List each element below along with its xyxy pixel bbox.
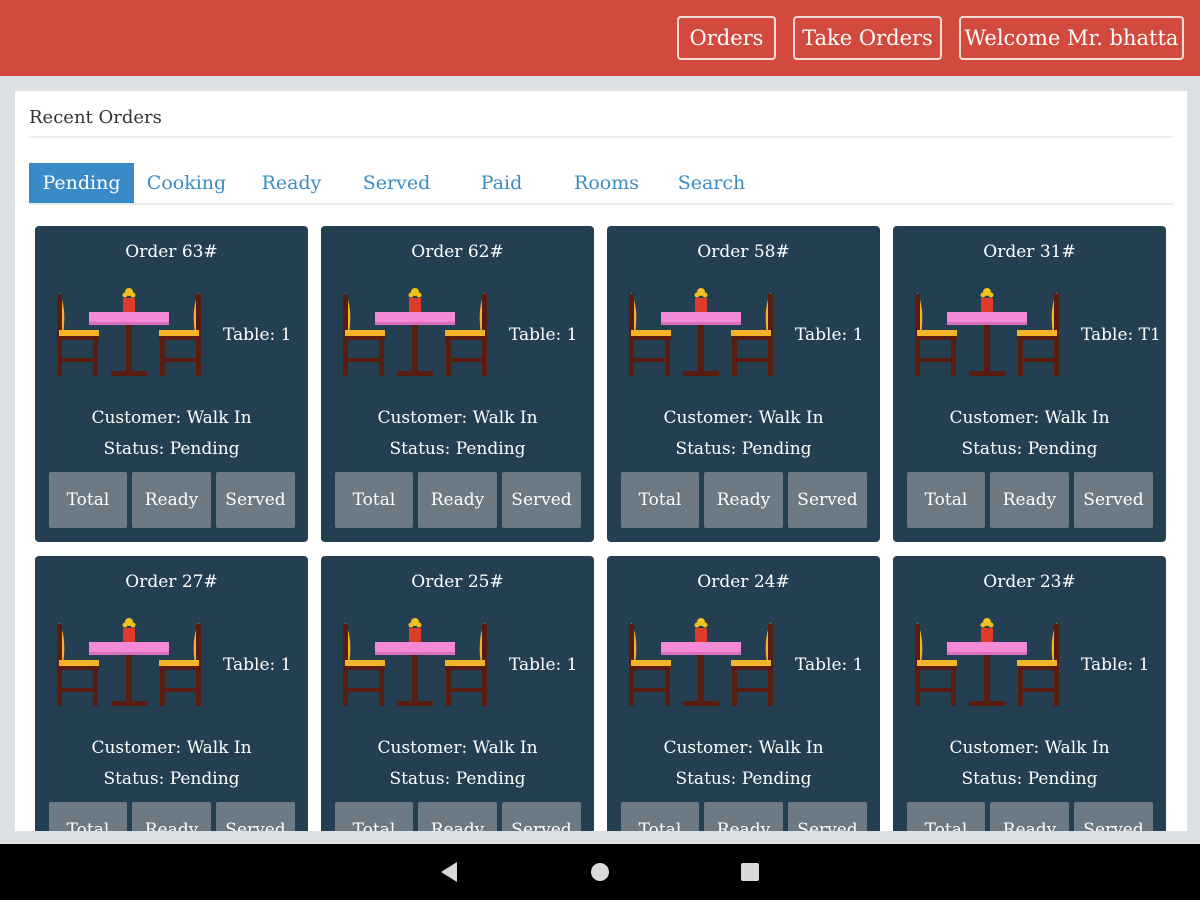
customer-label: Customer: Walk In [949, 408, 1110, 428]
orders-button[interactable]: Orders [677, 16, 776, 60]
order-title: Order 24# [697, 572, 790, 592]
total-button[interactable]: Total [335, 472, 413, 528]
ready-button[interactable]: Ready [704, 472, 783, 528]
dining-table-icon [913, 286, 1061, 382]
status-label: Status: Pending [389, 439, 526, 459]
customer-label: Customer: Walk In [91, 408, 252, 428]
order-title: Order 25# [411, 572, 504, 592]
take-orders-button[interactable]: Take Orders [793, 16, 942, 60]
dining-table-icon [55, 286, 203, 382]
status-label: Status: Pending [961, 439, 1098, 459]
ready-button[interactable]: Ready [132, 802, 211, 831]
table-label: Table: 1 [509, 655, 578, 675]
tab-served[interactable]: Served [344, 163, 449, 203]
panel-title: Recent Orders [29, 107, 162, 128]
recent-orders-panel: Recent Orders Pending Cooking Ready Serv… [15, 91, 1187, 831]
order-card[interactable]: Order 58# Table: 1 Customer: Walk In Sta… [607, 226, 880, 542]
table-label: Table: T1 [1081, 325, 1161, 345]
table-label: Table: 1 [509, 325, 578, 345]
served-button[interactable]: Served [216, 472, 295, 528]
order-title: Order 58# [697, 242, 790, 262]
status-label: Status: Pending [675, 439, 812, 459]
title-divider [29, 136, 1173, 138]
ready-button[interactable]: Ready [990, 472, 1069, 528]
order-title: Order 27# [125, 572, 218, 592]
order-title: Order 63# [125, 242, 218, 262]
ready-button[interactable]: Ready [704, 802, 783, 831]
ready-button[interactable]: Ready [418, 802, 497, 831]
total-button[interactable]: Total [335, 802, 413, 831]
served-button[interactable]: Served [502, 472, 581, 528]
order-card[interactable]: Order 25# Table: 1 Customer: Walk In Sta… [321, 556, 594, 831]
customer-label: Customer: Walk In [377, 738, 538, 758]
total-button[interactable]: Total [907, 802, 985, 831]
dining-table-icon [55, 616, 203, 712]
served-button[interactable]: Served [788, 472, 867, 528]
tab-search[interactable]: Search [659, 163, 764, 203]
order-title: Order 62# [411, 242, 504, 262]
served-button[interactable]: Served [1074, 472, 1153, 528]
served-button[interactable]: Served [788, 802, 867, 831]
app-header: Orders Take Orders Welcome Mr. bhatta [0, 0, 1200, 76]
order-card[interactable]: Order 31# Table: T1 Customer: Walk In St… [893, 226, 1166, 542]
status-tabs: Pending Cooking Ready Served Paid Rooms … [29, 163, 1173, 203]
table-label: Table: 1 [223, 325, 292, 345]
dining-table-icon [627, 616, 775, 712]
table-label: Table: 1 [1081, 655, 1150, 675]
order-card[interactable]: Order 23# Table: 1 Customer: Walk In Sta… [893, 556, 1166, 831]
total-button[interactable]: Total [621, 802, 699, 831]
home-circle-icon[interactable] [591, 863, 609, 881]
order-card[interactable]: Order 24# Table: 1 Customer: Walk In Sta… [607, 556, 880, 831]
table-label: Table: 1 [795, 655, 864, 675]
dining-table-icon [341, 286, 489, 382]
order-card[interactable]: Order 27# Table: 1 Customer: Walk In Sta… [35, 556, 308, 831]
served-button[interactable]: Served [502, 802, 581, 831]
customer-label: Customer: Walk In [377, 408, 538, 428]
tab-paid[interactable]: Paid [449, 163, 554, 203]
order-title: Order 23# [983, 572, 1076, 592]
total-button[interactable]: Total [907, 472, 985, 528]
total-button[interactable]: Total [621, 472, 699, 528]
order-card[interactable]: Order 62# Table: 1 Customer: Walk In Sta… [321, 226, 594, 542]
welcome-user-button[interactable]: Welcome Mr. bhatta [959, 16, 1184, 60]
tab-rooms[interactable]: Rooms [554, 163, 659, 203]
total-button[interactable]: Total [49, 802, 127, 831]
served-button[interactable]: Served [1074, 802, 1153, 831]
status-label: Status: Pending [389, 769, 526, 789]
served-button[interactable]: Served [216, 802, 295, 831]
recent-apps-square-icon[interactable] [741, 863, 759, 881]
table-label: Table: 1 [795, 325, 864, 345]
dining-table-icon [341, 616, 489, 712]
system-navigation-bar [0, 844, 1200, 900]
status-label: Status: Pending [675, 769, 812, 789]
order-card[interactable]: Order 63# Table: 1 Customer: Walk In Sta… [35, 226, 308, 542]
tab-divider [29, 203, 1173, 205]
dining-table-icon [627, 286, 775, 382]
status-label: Status: Pending [103, 769, 240, 789]
customer-label: Customer: Walk In [663, 738, 824, 758]
status-label: Status: Pending [103, 439, 240, 459]
dining-table-icon [913, 616, 1061, 712]
total-button[interactable]: Total [49, 472, 127, 528]
back-triangle-icon[interactable] [441, 862, 457, 882]
table-label: Table: 1 [223, 655, 292, 675]
ready-button[interactable]: Ready [418, 472, 497, 528]
tab-pending[interactable]: Pending [29, 163, 134, 203]
order-title: Order 31# [983, 242, 1076, 262]
tab-ready[interactable]: Ready [239, 163, 344, 203]
ready-button[interactable]: Ready [990, 802, 1069, 831]
status-label: Status: Pending [961, 769, 1098, 789]
customer-label: Customer: Walk In [91, 738, 252, 758]
ready-button[interactable]: Ready [132, 472, 211, 528]
customer-label: Customer: Walk In [663, 408, 824, 428]
customer-label: Customer: Walk In [949, 738, 1110, 758]
tab-cooking[interactable]: Cooking [134, 163, 239, 203]
